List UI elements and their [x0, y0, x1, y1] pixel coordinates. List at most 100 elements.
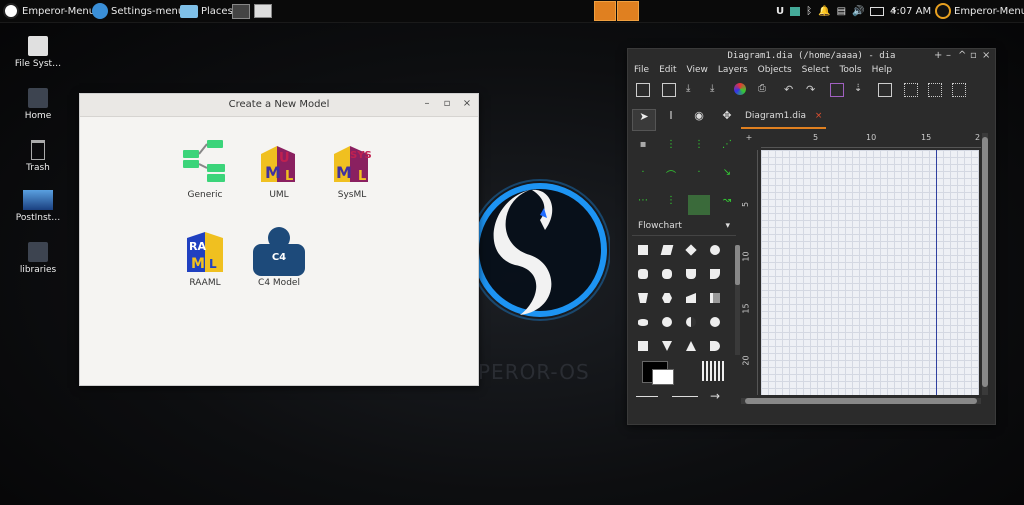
extract-shape-icon[interactable] — [686, 341, 696, 351]
alternate-process-shape-icon[interactable] — [638, 269, 648, 279]
desktop-icon-libraries[interactable]: libraries — [8, 242, 68, 275]
close-tab-icon[interactable]: × — [815, 111, 823, 121]
menu-help[interactable]: Help — [866, 64, 897, 79]
scroll-tool-icon[interactable]: ✥ — [716, 109, 738, 129]
settings-menu-button[interactable]: Settings-menu — [92, 2, 184, 20]
outline-tool-icon[interactable]: ↝ — [716, 195, 738, 215]
polyline-tool-icon[interactable]: · — [632, 167, 654, 187]
menu-tools[interactable]: Tools — [833, 64, 865, 79]
beziergon-tool-icon[interactable]: ⋮ — [660, 195, 682, 215]
delay-shape-icon[interactable] — [710, 341, 720, 351]
manual-operation-shape-icon[interactable] — [638, 293, 648, 303]
copy-icon[interactable] — [830, 83, 844, 97]
image-tool-icon[interactable] — [688, 195, 710, 215]
redo-icon[interactable]: ↷ — [806, 83, 818, 96]
ruler-corner-icon[interactable]: + — [741, 133, 757, 149]
clock[interactable]: 4:07 AM — [890, 2, 931, 20]
tab-diagram1[interactable]: Diagram1.dia × — [741, 111, 827, 129]
sheet-selector[interactable]: Flowchart ▾ — [632, 219, 736, 236]
bluetooth-icon[interactable]: ᛒ — [806, 6, 812, 17]
text-tool-icon[interactable]: I — [660, 109, 682, 129]
pointer-tool-icon[interactable]: ➤ — [632, 109, 656, 131]
terminal-shape-icon[interactable] — [662, 269, 672, 279]
menu-select[interactable]: Select — [796, 64, 834, 79]
close-button[interactable]: × — [461, 98, 473, 110]
maximize-button[interactable]: ▫ — [441, 98, 453, 110]
diagram-canvas[interactable] — [761, 150, 979, 395]
horizontal-scrollbar[interactable] — [741, 398, 981, 404]
notifications-icon[interactable]: 🔔 — [818, 6, 830, 17]
close-button[interactable]: × — [982, 50, 990, 61]
curve-tool-icon[interactable]: ⌒ — [660, 167, 682, 187]
new-diagram-icon[interactable] — [636, 83, 650, 97]
model-option-uml[interactable]: U M L UML — [247, 138, 311, 200]
dia-titlebar[interactable]: Diagram1.dia (/home/aaaa) - dia + – ^ ▫ … — [628, 49, 995, 63]
zoom-out-icon[interactable] — [952, 83, 966, 97]
line-tool-icon[interactable]: ⋮ — [660, 139, 682, 159]
document-shape-icon[interactable] — [686, 269, 696, 279]
internal-storage-shape-icon[interactable] — [638, 341, 648, 351]
volume-icon[interactable]: 🔊 — [852, 6, 864, 17]
battery-icon[interactable] — [870, 6, 885, 16]
zoom-in-icon[interactable] — [904, 83, 918, 97]
undo-icon[interactable]: ↶ — [784, 83, 796, 96]
window-list-button[interactable] — [254, 2, 272, 20]
menu-view[interactable]: View — [681, 64, 712, 79]
line-width-selector[interactable] — [702, 361, 724, 381]
menu-file[interactable]: File — [628, 64, 653, 79]
network-icon[interactable] — [790, 6, 801, 16]
arrow-end-icon[interactable]: → — [710, 389, 720, 403]
minimize-button[interactable]: – — [421, 98, 433, 110]
zigzag-tool-icon[interactable]: ⋰ — [716, 139, 738, 159]
input-output-shape-icon[interactable] — [660, 245, 674, 255]
polygon-tool-icon[interactable]: ⋯ — [632, 195, 654, 215]
dialog-titlebar[interactable]: Create a New Model – ▫ × — [80, 94, 478, 117]
new-file-icon[interactable] — [662, 83, 676, 97]
paste-icon[interactable]: ⇣ — [854, 83, 866, 95]
display-shape-icon[interactable] — [662, 317, 672, 327]
menu-edit[interactable]: Edit — [653, 64, 680, 79]
color-icon[interactable] — [734, 83, 746, 95]
ellipse-tool-icon[interactable]: ↘ — [716, 167, 738, 187]
predefined-process-shape-icon[interactable] — [710, 293, 720, 303]
model-option-c4[interactable]: C4 C4 Model — [247, 226, 311, 288]
menu-objects[interactable]: Objects — [752, 64, 796, 79]
arc-tool-icon[interactable]: ⋮ — [688, 139, 710, 159]
model-option-sysml[interactable]: SYS M L SysML — [320, 138, 384, 200]
emperor-menu-right-button[interactable]: Emperor-Menu — [935, 2, 1024, 20]
bezier-tool-icon[interactable]: ▪ — [632, 139, 654, 159]
save-as-icon[interactable]: ⤓ — [710, 83, 722, 95]
minimize-button[interactable]: – — [946, 50, 951, 61]
box-tool-icon[interactable]: · — [688, 167, 710, 187]
desktop-icon-home[interactable]: Home — [8, 88, 68, 121]
card-shape-icon[interactable] — [710, 269, 720, 279]
updates-icon[interactable]: U — [776, 6, 784, 17]
background-color-swatch[interactable] — [652, 369, 674, 385]
taskbar-item-dia[interactable] — [617, 1, 639, 21]
shade-button[interactable]: ^ — [958, 50, 966, 61]
shapes-scrollbar[interactable] — [735, 245, 740, 355]
merge-shape-icon[interactable] — [662, 341, 672, 351]
taskbar-item-model-dialog[interactable] — [594, 1, 616, 21]
connector-shape-icon[interactable] — [710, 245, 720, 255]
places-menu-button[interactable]: Places — [180, 2, 233, 20]
preparation-shape-icon[interactable] — [662, 293, 672, 303]
model-option-generic[interactable]: Generic — [173, 138, 237, 200]
maximize-button[interactable]: ▫ — [970, 50, 977, 61]
decision-shape-icon[interactable] — [685, 244, 697, 256]
vertical-scrollbar[interactable] — [982, 133, 988, 395]
show-desktop-button[interactable] — [232, 2, 250, 20]
line-style-icon[interactable] — [672, 396, 698, 397]
storage-shape-icon[interactable] — [638, 319, 648, 326]
model-option-raaml[interactable]: RA M L RAAML — [173, 226, 237, 288]
save-icon[interactable]: ⤓ — [686, 83, 698, 95]
desktop-icon-filesystem[interactable]: File Syst… — [8, 36, 68, 69]
menu-layers[interactable]: Layers — [712, 64, 752, 79]
desktop-icon-trash[interactable]: Trash — [8, 140, 68, 173]
manual-input-shape-icon[interactable] — [686, 293, 696, 303]
print-icon[interactable]: ⎙ — [758, 83, 770, 95]
zoom-fit-icon[interactable] — [928, 83, 942, 97]
magnify-tool-icon[interactable]: ◉ — [688, 109, 710, 129]
process-shape-icon[interactable] — [638, 245, 648, 255]
line-style-start-icon[interactable] — [636, 396, 658, 397]
